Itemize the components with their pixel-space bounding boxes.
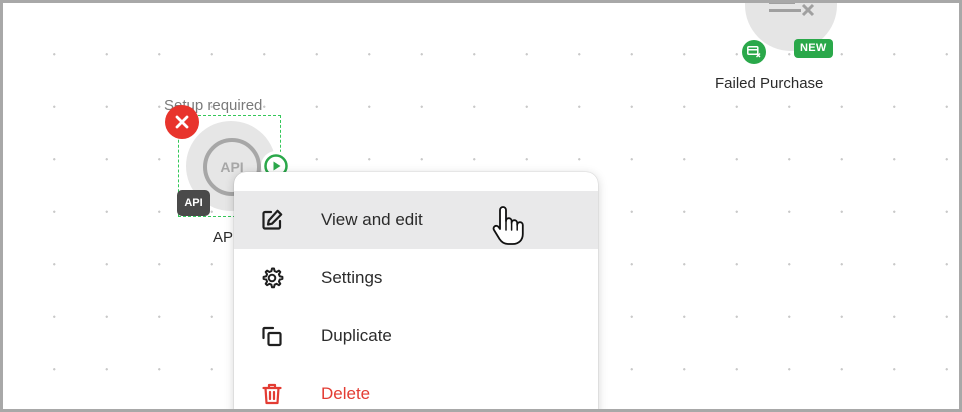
trash-icon (260, 382, 284, 406)
remove-node-button[interactable] (165, 105, 199, 139)
menu-item-label: View and edit (321, 210, 423, 229)
duplicate-icon (260, 324, 284, 348)
failed-purchase-label: Failed Purchase (715, 75, 824, 92)
menu-item-view-edit[interactable]: View and edit (234, 191, 598, 249)
menu-item-label: Settings (321, 268, 383, 287)
api-node-label: AP (213, 229, 234, 246)
context-menu: View and edit Settings Duplicate Delete (234, 172, 598, 409)
menu-item-duplicate[interactable]: Duplicate (234, 307, 598, 365)
menu-item-label: Delete (321, 384, 371, 403)
api-tag: API (177, 190, 210, 216)
hand-pointer-cursor-icon (492, 206, 524, 245)
payment-failed-icon (769, 3, 815, 17)
menu-item-delete[interactable]: Delete (234, 365, 598, 409)
card-x-icon (747, 46, 761, 58)
menu-item-label: Duplicate (321, 326, 392, 345)
new-badge: NEW (794, 39, 833, 58)
close-icon (175, 115, 189, 129)
workflow-canvas[interactable]: NEW Failed Purchase Setup required API A… (0, 0, 962, 412)
gear-icon (260, 266, 284, 290)
edit-icon (260, 208, 284, 232)
trigger-type-badge (742, 40, 766, 64)
menu-item-settings[interactable]: Settings (234, 249, 598, 307)
